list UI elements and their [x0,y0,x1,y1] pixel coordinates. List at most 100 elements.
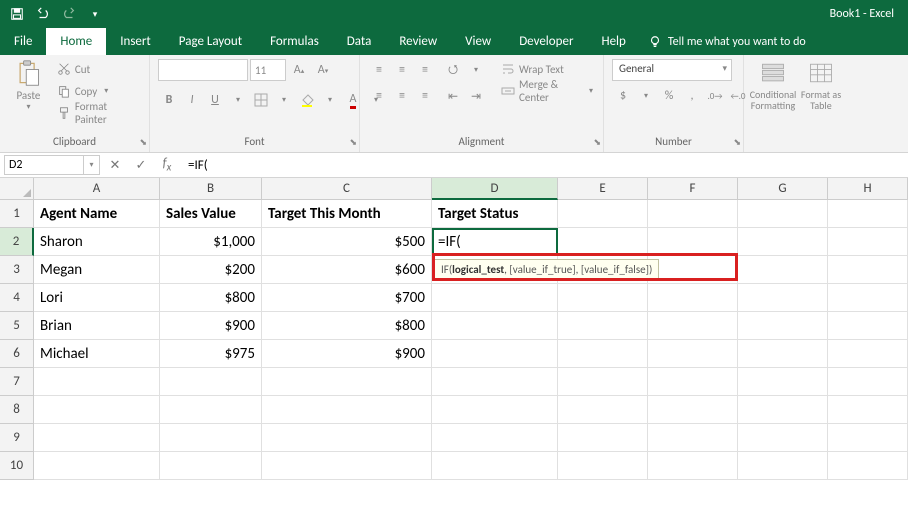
increase-font-icon[interactable]: A▴ [288,59,310,81]
cell[interactable] [432,368,558,396]
decrease-indent-icon[interactable]: ⇤ [442,85,464,107]
font-name-combo[interactable] [158,59,248,81]
cell[interactable] [648,312,738,340]
cell[interactable] [262,396,432,424]
active-cell[interactable]: =IF( IF(logical_test, [value_if_true], [… [432,228,558,256]
cell[interactable]: Lori [34,284,160,312]
cell[interactable]: $200 [160,256,262,284]
cell[interactable] [738,396,828,424]
cell[interactable] [738,256,828,284]
format-painter-button[interactable]: Format Painter [55,103,141,123]
cell[interactable] [738,452,828,480]
cell[interactable] [34,424,160,452]
cell[interactable] [432,424,558,452]
row-header[interactable]: 5 [0,312,34,340]
cell[interactable]: $500 [262,228,432,256]
comma-format-icon[interactable]: , [681,85,703,107]
cell[interactable] [160,452,262,480]
format-as-table-button[interactable]: Format as Table [800,59,842,111]
row-header[interactable]: 6 [0,340,34,368]
borders-drop-icon[interactable]: ▾ [273,89,295,111]
font-dialog-icon[interactable]: ⬊ [349,137,357,148]
align-top-icon[interactable]: ≡ [368,59,390,81]
number-dialog-icon[interactable]: ⬊ [733,137,741,148]
tab-help[interactable]: Help [587,28,639,55]
cell[interactable] [262,452,432,480]
cell[interactable] [160,396,262,424]
increase-decimal-icon[interactable]: .0→ [704,85,726,107]
paste-button[interactable]: Paste ▾ [8,59,49,112]
tab-review[interactable]: Review [385,28,451,55]
cell[interactable] [160,424,262,452]
cell[interactable] [558,424,648,452]
cell[interactable] [828,396,908,424]
col-header[interactable]: C [262,178,432,200]
cell[interactable] [34,452,160,480]
cancel-formula-icon[interactable]: ✕ [106,158,124,173]
tab-data[interactable]: Data [333,28,386,55]
alignment-dialog-icon[interactable]: ⬊ [593,137,601,148]
tab-developer[interactable]: Developer [505,28,587,55]
cell[interactable] [648,396,738,424]
cell[interactable] [432,452,558,480]
cell[interactable] [34,368,160,396]
align-middle-icon[interactable]: ≡ [391,59,413,81]
col-header[interactable]: G [738,178,828,200]
cell[interactable] [828,312,908,340]
cut-button[interactable]: Cut [55,59,141,79]
cell[interactable]: Target This Month [262,200,432,228]
col-header[interactable]: F [648,178,738,200]
decrease-font-icon[interactable]: A▾ [312,59,334,81]
cell[interactable] [558,452,648,480]
cell[interactable] [648,424,738,452]
orientation-drop-icon[interactable]: ▾ [465,59,487,81]
cell[interactable] [738,200,828,228]
cell[interactable] [648,340,738,368]
row-header[interactable]: 3 [0,256,34,284]
underline-button[interactable]: U [204,89,226,111]
accounting-format-icon[interactable]: $ [612,85,634,107]
cell[interactable] [432,312,558,340]
cell[interactable] [828,340,908,368]
cell[interactable]: Michael [34,340,160,368]
cell[interactable] [432,340,558,368]
cell[interactable]: $900 [262,340,432,368]
col-header[interactable]: B [160,178,262,200]
cell[interactable] [828,228,908,256]
row-header[interactable]: 2 [0,228,34,256]
cell[interactable] [648,368,738,396]
cell[interactable] [828,424,908,452]
row-header[interactable]: 1 [0,200,34,228]
cell[interactable]: Brian [34,312,160,340]
merge-center-button[interactable]: Merge & Center▾ [499,81,595,101]
name-box[interactable] [4,155,84,175]
tab-home[interactable]: Home [46,28,106,55]
cell[interactable] [558,396,648,424]
cell[interactable] [558,312,648,340]
cell[interactable]: $975 [160,340,262,368]
cell[interactable] [648,256,738,284]
col-header[interactable]: A [34,178,160,200]
cell[interactable] [160,368,262,396]
tell-me-search[interactable]: Tell me what you want to do [640,29,814,55]
align-right-icon[interactable]: ≡ [414,85,436,107]
cell[interactable] [432,284,558,312]
cell[interactable] [558,200,648,228]
tab-formulas[interactable]: Formulas [256,28,333,55]
cell[interactable]: Sharon [34,228,160,256]
row-header[interactable]: 4 [0,284,34,312]
row-header[interactable]: 8 [0,396,34,424]
cell[interactable]: $1,000 [160,228,262,256]
col-header[interactable]: E [558,178,648,200]
cell[interactable] [558,340,648,368]
cell[interactable] [262,368,432,396]
select-all-triangle[interactable] [0,178,34,200]
cell[interactable] [738,228,828,256]
bold-button[interactable]: B [158,89,180,111]
formula-bar-input[interactable] [182,156,908,175]
cell[interactable]: $900 [160,312,262,340]
align-bottom-icon[interactable]: ≡ [414,59,436,81]
undo-icon[interactable] [32,3,54,25]
cell[interactable]: Sales Value [160,200,262,228]
orientation-icon[interactable]: ⭯ [442,59,464,81]
